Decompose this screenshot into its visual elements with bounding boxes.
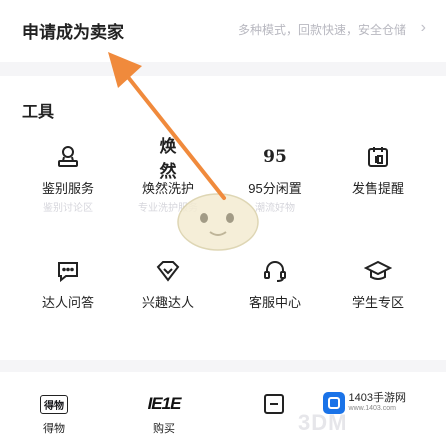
tool-label: 达人问答 [41,295,94,310]
brand-url: www.1403.com [348,405,396,413]
site-brand-logo: 1403手游网 www.1403.com [322,392,406,414]
headset-icon [260,256,290,286]
tool-label: 焕然洗护 [141,181,194,196]
tool-customer-service[interactable]: 客服中心 [225,256,325,311]
dewu-label: 得物 [43,423,65,435]
graduation-cap-icon [363,256,393,286]
tool-sublabel: 潮流好物 [255,203,295,214]
brand-name: 1403手游网 [348,392,406,405]
huanran-logo-icon: 焕然 [159,137,177,181]
tools-section-title: 工具 [22,104,55,121]
tool-95-secondhand[interactable]: 95 95分闲置 潮流好物 [225,142,325,214]
tool-label: 客服中心 [248,295,301,310]
tool-expert-qa[interactable]: 达人问答 [18,256,118,311]
diamond-icon [153,256,183,286]
stamp-icon [53,142,83,172]
dewu-entry[interactable]: 得物 得物 [14,390,94,436]
buy-entry[interactable]: IE1E 购买 [124,390,204,436]
tool-huanran-care[interactable]: 焕然 焕然洗护 专业洗护服务 [118,137,218,214]
tool-authentication-service[interactable]: 鉴别服务 鉴别讨论区 [18,142,118,214]
tool-label: 95分闲置 [248,181,302,196]
tool-interest-experts[interactable]: 兴趣达人 [118,256,218,311]
tool-sublabel: 鉴别讨论区 [43,203,93,214]
apply-seller-banner[interactable]: 申请成为卖家 多种模式，回款快速，安全仓储 › [0,0,446,62]
tool-label: 鉴别服务 [41,181,94,196]
chat-bubble-icon [53,256,83,286]
tool-label: 发售提醒 [351,181,404,196]
95-logo-icon: 95 [263,147,287,167]
tool-sublabel: 专业洗护服务 [138,203,198,214]
apply-seller-title: 申请成为卖家 [22,23,124,42]
tool-student-zone[interactable]: 学生专区 [328,256,428,311]
chevron-right-icon: › [420,19,426,36]
goumai-logo-icon: IE1E [147,394,182,413]
tool-label: 兴趣达人 [141,295,194,310]
tool-release-reminder[interactable]: 发售提醒 [328,142,428,197]
calendar-icon [363,142,393,172]
buy-label: 购买 [153,423,175,435]
tool-label: 学生专区 [351,295,404,310]
dewu-logo-icon: 得物 [14,390,94,418]
apply-seller-subtitle: 多种模式，回款快速，安全仓储 [237,23,406,37]
brand-logo-icon [322,392,345,414]
tools-section: 工具 鉴别服务 鉴别讨论区 焕然 焕然洗护 专业洗护服务 95 95分闲置 潮流… [0,76,446,360]
